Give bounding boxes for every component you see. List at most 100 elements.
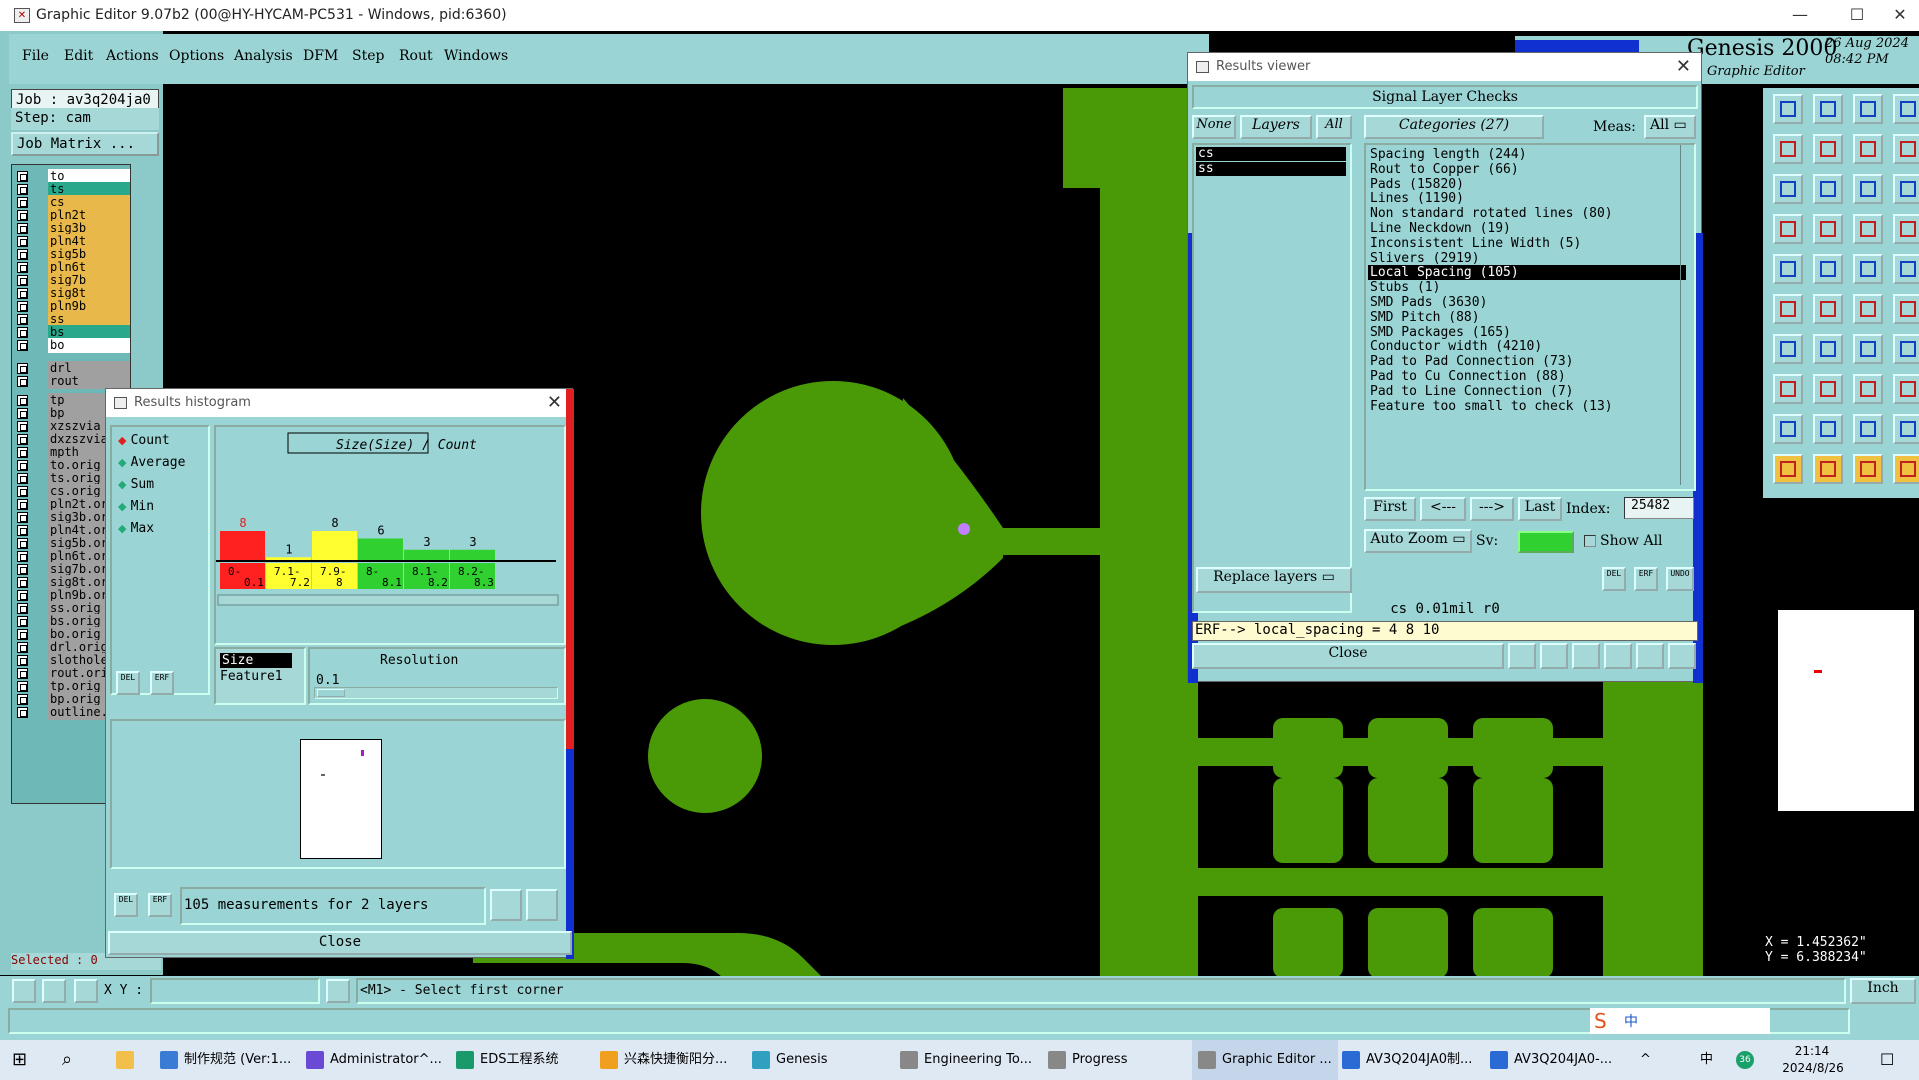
maximize-button[interactable]: ☐ <box>1837 2 1877 28</box>
pointer-3-icon[interactable] <box>1853 454 1883 484</box>
layer-checkbox[interactable] <box>17 363 28 374</box>
layers-button[interactable]: Layers <box>1240 115 1312 139</box>
menu-windows[interactable]: Windows <box>444 48 508 64</box>
category-item[interactable]: Pads (15820) <box>1368 177 1686 192</box>
meas-select[interactable]: All ▭ <box>1644 115 1696 139</box>
prev-button[interactable]: <--- <box>1420 497 1466 521</box>
export-icon[interactable] <box>490 889 522 921</box>
layer-checkbox[interactable] <box>17 327 28 338</box>
report-icon[interactable] <box>1508 643 1536 669</box>
job-matrix-button[interactable]: Job Matrix ... <box>11 132 159 156</box>
overview-panel[interactable] <box>1776 608 1916 813</box>
category-item[interactable]: Line Neckdown (19) <box>1368 221 1686 236</box>
histogram-close-button[interactable]: Close <box>108 931 572 955</box>
a-icon[interactable] <box>1813 414 1843 444</box>
category-item[interactable]: Stubs (1) <box>1368 280 1686 295</box>
category-scrollbar[interactable] <box>1680 145 1694 485</box>
menu-actions[interactable]: Actions <box>106 48 159 64</box>
move-icon[interactable] <box>1813 174 1843 204</box>
category-item[interactable]: Local Spacing (105) <box>1368 265 1686 281</box>
drc-icon[interactable] <box>1893 214 1919 244</box>
layer-checkbox[interactable] <box>17 408 28 419</box>
result-layer-item[interactable]: cs <box>1196 147 1346 161</box>
ime-indicator[interactable]: 中 <box>1700 1040 1713 1080</box>
layer-checkbox[interactable] <box>17 668 28 679</box>
category-item[interactable]: SMD Packages (165) <box>1368 325 1686 340</box>
scale-icon[interactable] <box>1853 174 1883 204</box>
layer-checkbox[interactable] <box>17 460 28 471</box>
layer-checkbox[interactable] <box>17 551 28 562</box>
start-icon[interactable]: ⊞ <box>12 1040 27 1080</box>
units-select[interactable]: Inch <box>1850 978 1916 1004</box>
categories-button[interactable]: Categories (27) <box>1364 115 1544 139</box>
layer-checkbox[interactable] <box>17 395 28 406</box>
node-icon[interactable] <box>1893 294 1919 324</box>
folder-icon[interactable] <box>116 1040 140 1080</box>
ime-toolbar[interactable]: S 中 <box>1590 1008 1770 1034</box>
all-button[interactable]: All <box>1316 115 1352 139</box>
mode-option-sum[interactable]: ◆ Sum <box>118 477 154 492</box>
histogram-bar[interactable] <box>450 549 495 561</box>
grid-icon[interactable] <box>1813 214 1843 244</box>
menu-analysis[interactable]: Analysis <box>234 48 293 64</box>
category-item[interactable]: Pad to Line Connection (7) <box>1368 384 1686 399</box>
taskbar-item[interactable]: Genesis <box>752 1040 827 1080</box>
select-icon[interactable] <box>1773 254 1803 284</box>
last-button[interactable]: Last <box>1518 497 1562 521</box>
sv-select[interactable] <box>1518 531 1574 553</box>
layer-checkbox[interactable] <box>17 629 28 640</box>
none-button[interactable]: None <box>1192 115 1236 139</box>
results-close-button[interactable]: Close <box>1192 643 1504 669</box>
layer-checkbox[interactable] <box>17 642 28 653</box>
prev-view-icon[interactable] <box>1773 134 1803 164</box>
menu-options[interactable]: Options <box>169 48 224 64</box>
layer-checkbox[interactable] <box>17 655 28 666</box>
layer-checkbox[interactable] <box>17 262 28 273</box>
category-item[interactable]: Pad to Pad Connection (73) <box>1368 354 1686 369</box>
index-input[interactable]: 25482 <box>1624 497 1694 519</box>
category-item[interactable]: Slivers (2919) <box>1368 251 1686 266</box>
taskbar-item[interactable]: Engineering To... <box>900 1040 1032 1080</box>
erf-button[interactable]: ERF <box>150 671 174 695</box>
menu-dfm[interactable]: DFM <box>303 48 338 64</box>
line-icon[interactable] <box>1853 254 1883 284</box>
arc-icon[interactable] <box>1813 334 1843 364</box>
edit-icon[interactable] <box>1813 254 1843 284</box>
connect-icon[interactable] <box>1773 294 1803 324</box>
window-icon[interactable] <box>1893 94 1919 124</box>
error-marker[interactable] <box>958 523 970 535</box>
resolution-slider[interactable] <box>314 687 558 699</box>
minus-icon[interactable] <box>1813 374 1843 404</box>
undo-button[interactable]: UNDO <box>1666 567 1694 591</box>
route-icon[interactable] <box>1853 294 1883 324</box>
zoom-icon[interactable] <box>526 889 558 921</box>
results-close-icon[interactable]: ✕ <box>1676 53 1691 81</box>
minimize-button[interactable]: — <box>1780 2 1820 28</box>
tray-chevron-icon[interactable]: ^ <box>1640 1040 1651 1080</box>
next-view-icon[interactable] <box>1813 134 1843 164</box>
net-icon[interactable] <box>1853 214 1883 244</box>
category-item[interactable]: Inconsistent Line Width (5) <box>1368 236 1686 251</box>
menu-step[interactable]: Step <box>352 48 384 64</box>
histogram-bar[interactable] <box>312 531 357 561</box>
layer-checkbox[interactable] <box>17 421 28 432</box>
auto-zoom-select[interactable]: Auto Zoom ▭ <box>1364 529 1472 553</box>
layer-checkbox[interactable] <box>17 340 28 351</box>
open-icon[interactable] <box>1773 94 1803 124</box>
mode-option-count[interactable]: ◆ Count <box>118 433 170 448</box>
snap-icon[interactable] <box>12 979 36 1003</box>
layer-checkbox[interactable] <box>17 171 28 182</box>
category-item[interactable]: Pad to Cu Connection (88) <box>1368 369 1686 384</box>
replace-layers-select[interactable]: Replace layers ▭ <box>1196 567 1352 593</box>
layer-checkbox[interactable] <box>17 210 28 221</box>
taskbar-item[interactable]: AV3Q204JA0制... <box>1342 1040 1472 1080</box>
category-item[interactable]: Rout to Copper (66) <box>1368 162 1686 177</box>
pointer-4-icon[interactable] <box>1893 454 1919 484</box>
layer-name[interactable]: bo <box>48 338 130 353</box>
menu-edit[interactable]: Edit <box>64 48 93 64</box>
layer-checkbox[interactable] <box>17 434 28 445</box>
taskbar-item[interactable]: Administrator^... <box>306 1040 442 1080</box>
pan-icon[interactable] <box>1773 174 1803 204</box>
category-item[interactable]: Feature too small to check (13) <box>1368 399 1686 414</box>
field-size[interactable]: Size <box>220 653 292 668</box>
